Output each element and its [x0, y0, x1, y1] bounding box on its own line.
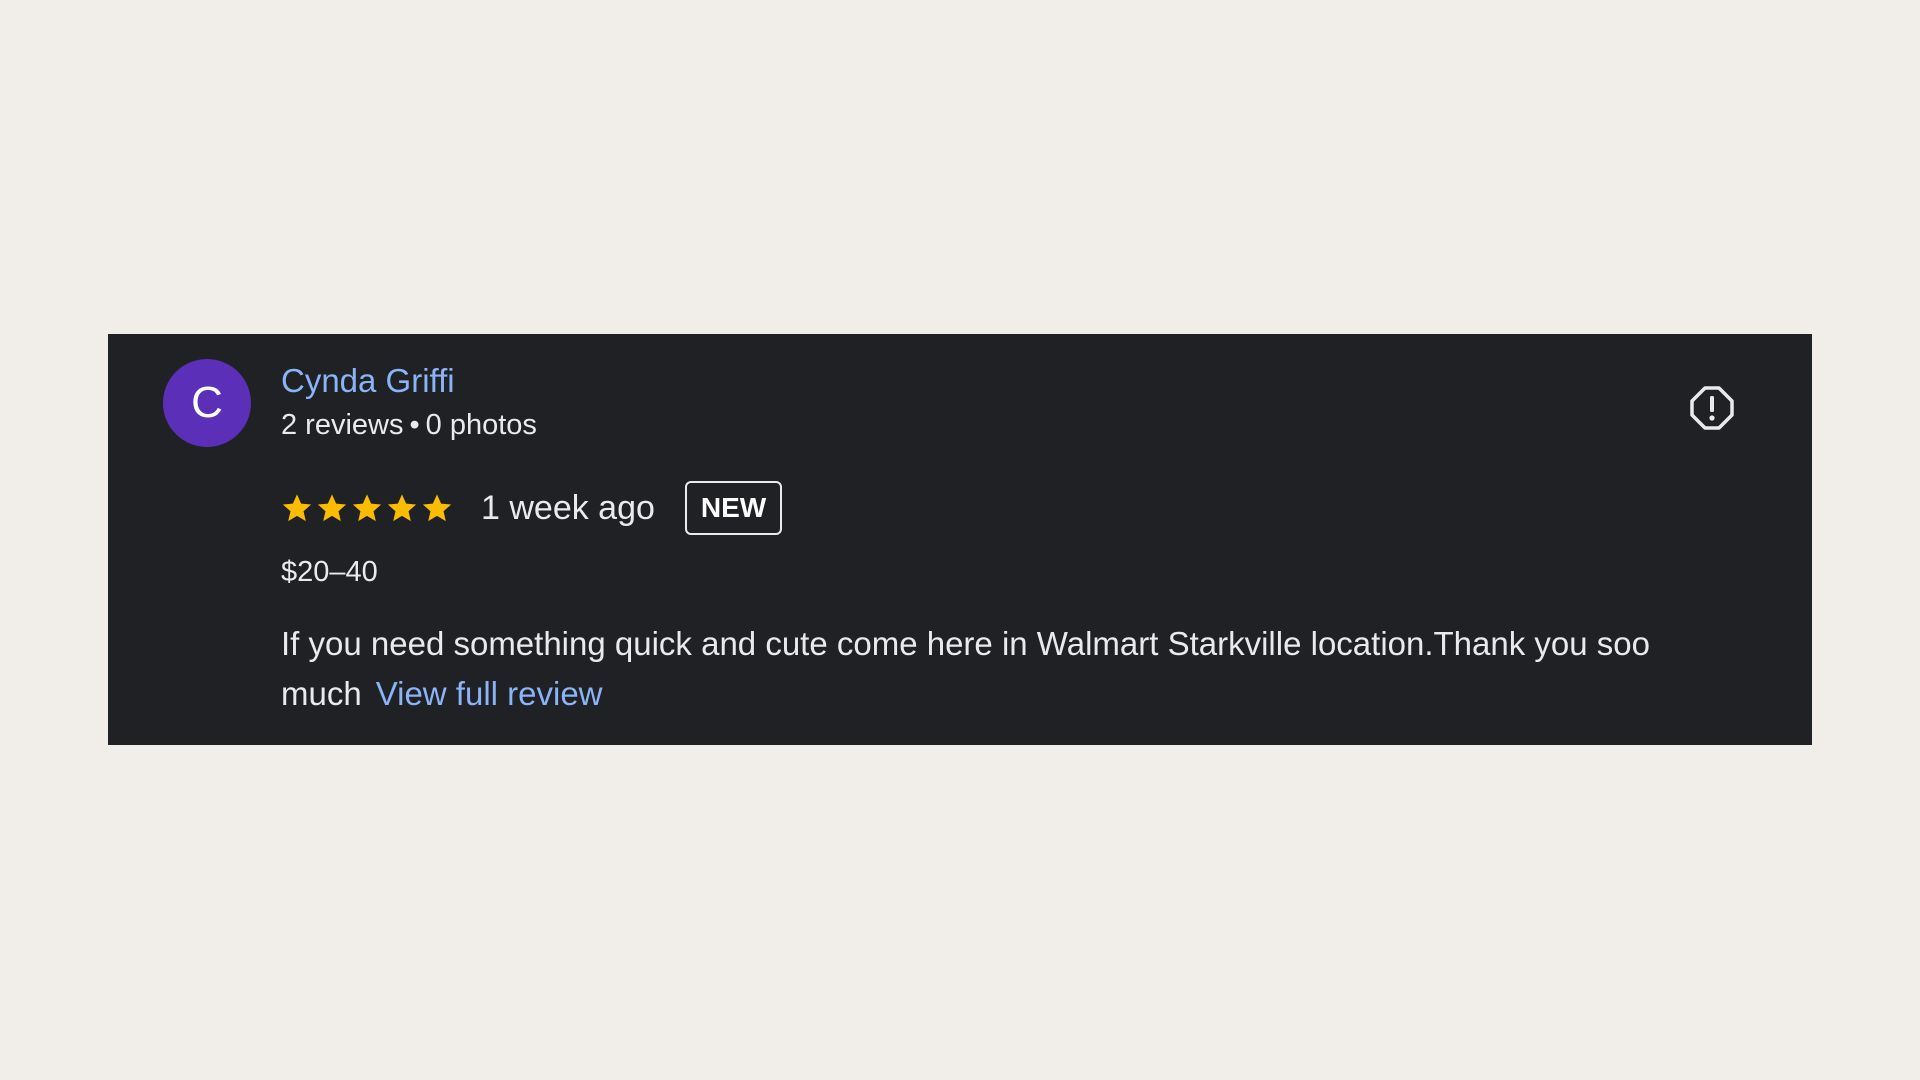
- review-card: C Cynda Griffi 2 reviews • 0 photos 1 week…: [108, 334, 1812, 745]
- star-icon: [422, 494, 452, 522]
- meta-separator: •: [409, 409, 420, 441]
- review-text: If you need something quick and cute com…: [281, 619, 1781, 719]
- reviews-count: 2 reviews: [281, 409, 404, 441]
- reviewer-meta: 2 reviews • 0 photos: [281, 409, 537, 442]
- price-range: $20–40: [281, 556, 378, 588]
- star-icon: [317, 494, 347, 522]
- star-rating: [281, 492, 453, 524]
- avatar[interactable]: C: [163, 359, 251, 447]
- photos-count: 0 photos: [425, 409, 537, 441]
- report-flag-icon[interactable]: [1688, 384, 1736, 432]
- view-full-review-link[interactable]: View full review: [376, 675, 603, 712]
- new-badge: NEW: [684, 481, 783, 535]
- review-time: 1 week ago: [481, 488, 655, 527]
- star-icon: [387, 494, 417, 522]
- star-icon: [352, 494, 382, 522]
- star-icon: [282, 494, 312, 522]
- reviewer-name-link[interactable]: Cynda Griffi: [281, 362, 455, 400]
- rating-row: 1 week ago NEW: [281, 480, 783, 536]
